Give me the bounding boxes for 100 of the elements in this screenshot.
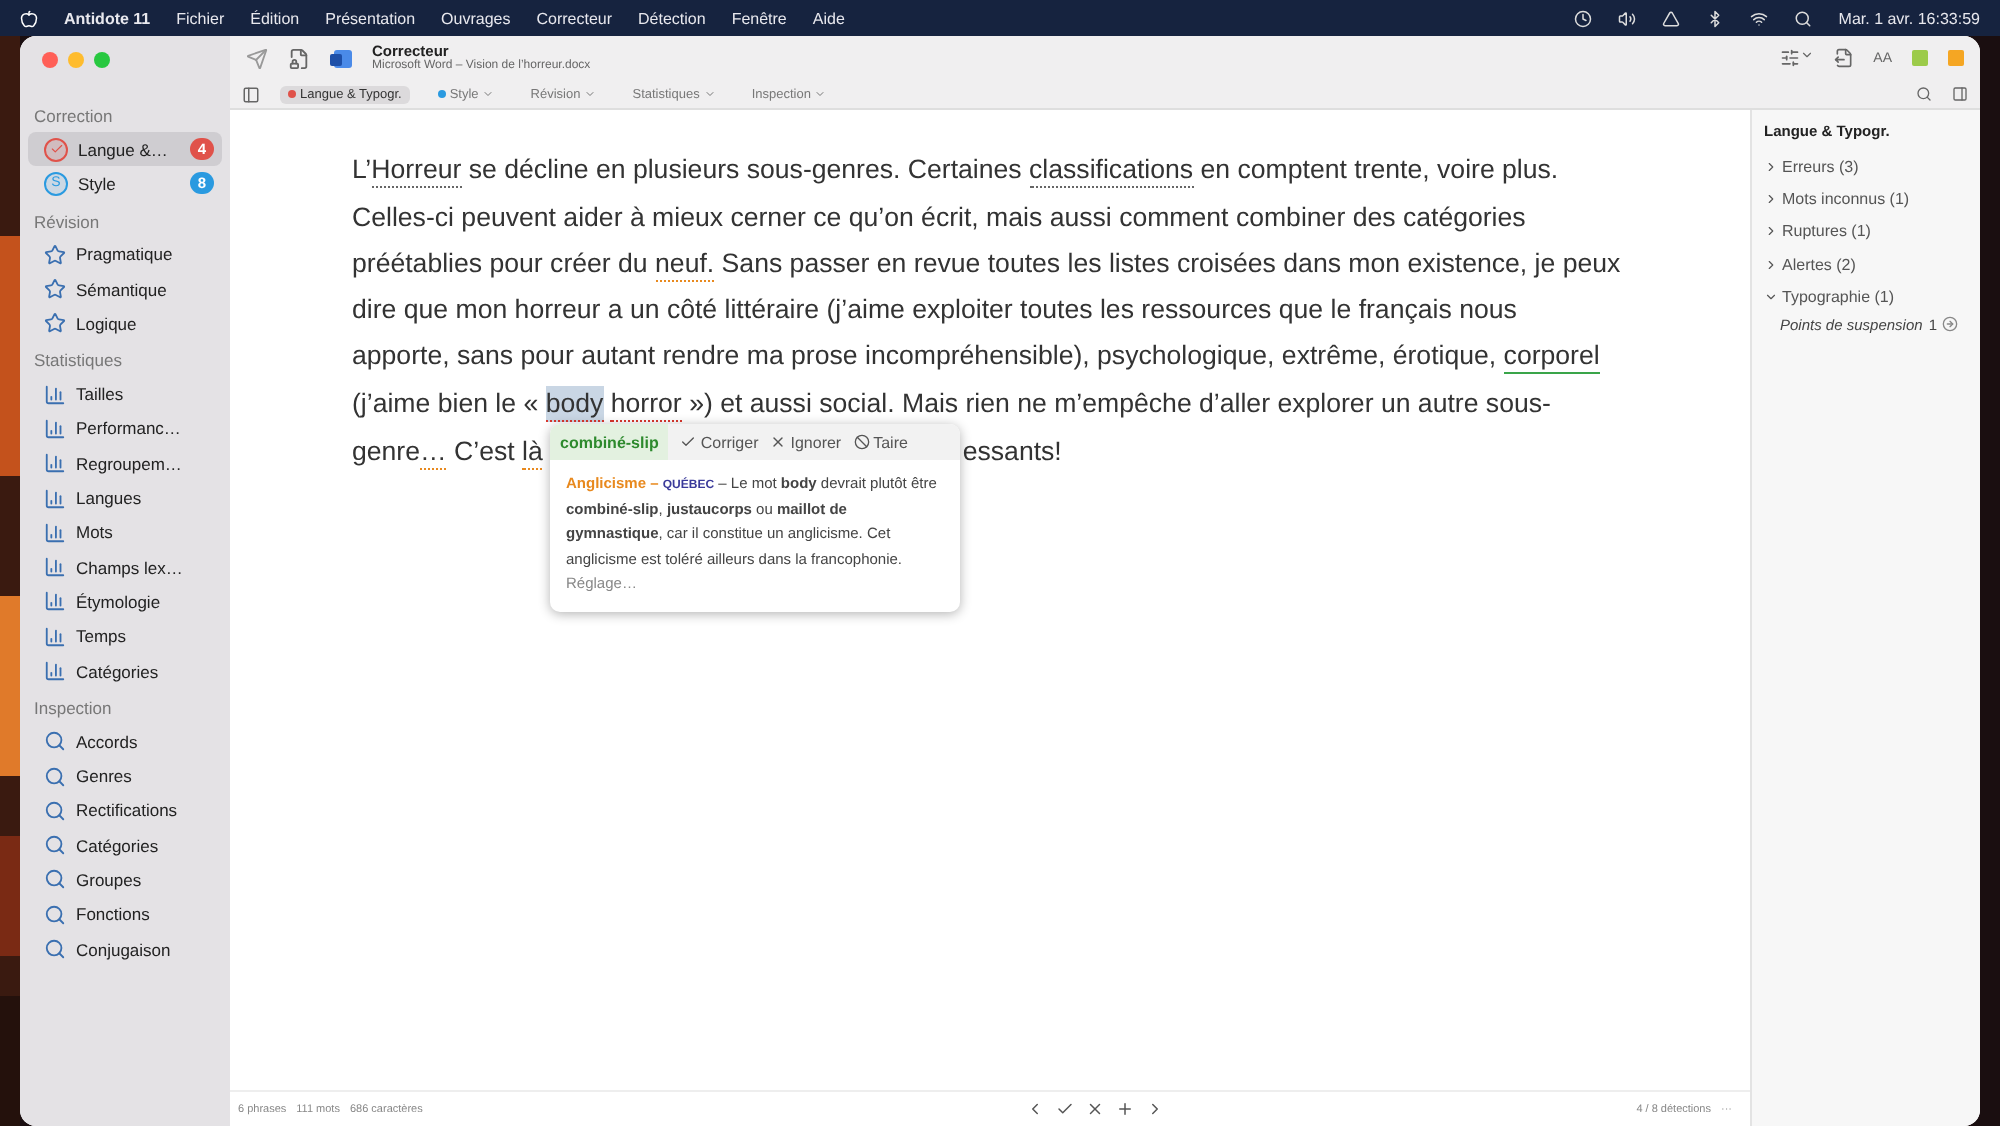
volume-icon[interactable] <box>1618 9 1637 27</box>
bar-chart-icon <box>44 417 66 440</box>
swatch-icon[interactable] <box>1912 50 1928 66</box>
bar-chart-icon <box>44 660 66 682</box>
bar-chart-icon <box>44 556 66 579</box>
search-icon <box>44 938 66 961</box>
document-text: genre <box>352 433 421 470</box>
item-label: Langue &… <box>78 139 170 160</box>
item-label: Tailles <box>76 384 126 405</box>
menu-item[interactable]: Fenêtre <box>731 9 787 27</box>
sidebar-item[interactable]: Logique <box>28 306 222 341</box>
item-label: Performanc… <box>76 418 183 439</box>
document-text: ») et aussi social. Mais rien ne m’empêche d’aller explorer un autre sous- <box>687 385 1551 422</box>
item-label: Genres <box>76 766 134 787</box>
menu-item[interactable]: Ouvrages <box>441 9 511 27</box>
flagged-word[interactable]: classifications <box>1029 152 1194 188</box>
category-row[interactable]: Mots inconnus (1) <box>1764 182 1980 216</box>
category-row[interactable]: Ruptures (1) <box>1764 215 1980 248</box>
item-label: Langues <box>76 488 144 509</box>
document-text: préétablies pour créer du <box>352 245 650 282</box>
export-icon[interactable] <box>1833 48 1854 68</box>
sidebar-item[interactable]: Sémantique <box>28 271 222 307</box>
sidebar-item[interactable]: Regroupem… <box>28 446 222 481</box>
sidebar-item[interactable]: Accords <box>28 724 222 759</box>
search-icon <box>44 765 66 788</box>
sidebar-item[interactable]: Genres <box>28 758 222 794</box>
sidebar-item[interactable]: Mots <box>28 515 222 550</box>
close-icon[interactable] <box>1085 1100 1104 1118</box>
menu-item[interactable]: Fichier <box>176 9 225 27</box>
search-icon <box>44 730 66 753</box>
sidebar-item[interactable]: Étymologie <box>28 584 222 620</box>
section-title: Inspection <box>32 696 114 723</box>
star-icon <box>44 278 66 301</box>
document-lock-icon[interactable] <box>288 47 310 69</box>
sidebar-item[interactable]: Champs lex… <box>28 549 222 585</box>
apple-icon[interactable] <box>20 9 38 27</box>
menu-item[interactable]: Aide <box>812 9 845 27</box>
flagged-word[interactable]: là <box>522 433 543 470</box>
flagged-word[interactable]: horror <box>610 385 682 422</box>
document-text: Celles-ci peuvent aider à mieux cerner ce qu’on écrit, mais aussi comment combiner des catégories <box>352 199 1526 234</box>
flagged-word[interactable]: neuf. <box>655 245 715 282</box>
bluetooth-icon[interactable] <box>1706 9 1725 27</box>
bar-chart-icon <box>44 521 66 544</box>
word-icon[interactable] <box>330 47 352 69</box>
search-icon[interactable] <box>1916 86 1932 102</box>
sidebar-item[interactable]: Catégories <box>28 828 222 863</box>
app-menu[interactable]: Antidote 11 <box>64 9 151 27</box>
arrow-circle-icon[interactable] <box>1942 316 1959 333</box>
bar-chart-icon <box>44 625 66 648</box>
item-label: Fonctions <box>76 904 152 925</box>
suggestion-button[interactable]: combiné-slip <box>550 424 669 460</box>
plus-icon[interactable] <box>1115 1100 1134 1118</box>
sidebar-item[interactable]: Performanc… <box>28 411 222 447</box>
close-icon <box>770 434 787 450</box>
search-icon <box>44 903 66 926</box>
sidebar-item[interactable]: Fonctions <box>28 897 222 932</box>
menu-item[interactable]: Édition <box>250 9 300 27</box>
section-title: Statistiques <box>32 348 124 375</box>
action-button[interactable]: Ignorer <box>770 433 842 451</box>
item-label: Étymologie <box>76 591 163 612</box>
sidebar-item[interactable]: Conjugaison <box>28 931 222 967</box>
sidebar-item[interactable]: Temps <box>28 619 222 654</box>
category-row[interactable]: Erreurs (3) <box>1764 150 1980 183</box>
item-label: Pragmatique <box>76 244 175 265</box>
sidebar-toggle-icon[interactable] <box>242 85 260 103</box>
chevron-right-icon <box>1764 224 1778 239</box>
chevron-right-icon <box>1764 191 1778 206</box>
flagged-word[interactable]: … <box>420 433 447 470</box>
sidebar-item[interactable]: Groupes <box>28 862 222 898</box>
clock-icon[interactable] <box>1574 9 1593 27</box>
menu-item[interactable]: Détection <box>638 9 706 27</box>
item-label: Logique <box>76 313 139 334</box>
flagged-word[interactable]: Horreur <box>371 152 462 188</box>
item-label: Catégories <box>76 835 161 856</box>
flagged-word[interactable]: corporel <box>1503 338 1600 375</box>
document-text: dire que mon horreur a un côté littéraire (j’aime exploiter toutes les ressources que le français nous <box>352 292 1517 327</box>
sliders-icon[interactable] <box>1779 48 1814 68</box>
action-button[interactable]: Taire <box>853 433 908 451</box>
sidebar-item[interactable]: Pragmatique <box>28 237 222 272</box>
sidebar-item[interactable]: Tailles <box>28 376 222 412</box>
menu-clock[interactable]: Mar. 1 avr. 16:33:59 <box>1838 9 1980 27</box>
document-text: C’est <box>452 433 517 470</box>
check-icon[interactable] <box>1055 1100 1074 1118</box>
menu-item[interactable]: Présentation <box>325 9 416 27</box>
chevron-down-icon <box>703 88 716 100</box>
flagged-word[interactable]: body <box>545 385 604 422</box>
triangle-icon[interactable] <box>1662 9 1681 27</box>
document-text: Sans passer en revue toutes les listes croisées dans mon existence, je peux <box>719 245 1621 282</box>
sidebar-item[interactable]: Rectifications <box>28 793 222 829</box>
menu-item[interactable]: Correcteur <box>536 9 613 27</box>
chevron-down-icon <box>814 88 827 100</box>
category-row[interactable]: Alertes (2) <box>1764 247 1980 281</box>
section-title: Correction <box>32 104 115 130</box>
panel-icon[interactable] <box>1952 86 1968 102</box>
wifi-icon[interactable] <box>1750 9 1769 27</box>
item-label: Catégories <box>76 661 161 681</box>
action-button[interactable]: Corriger <box>680 433 759 451</box>
sidebar-item[interactable]: Langues <box>28 480 222 516</box>
sidebar-item[interactable]: Catégories <box>28 653 222 689</box>
category-row[interactable]: Typographie (1) <box>1764 280 1980 313</box>
